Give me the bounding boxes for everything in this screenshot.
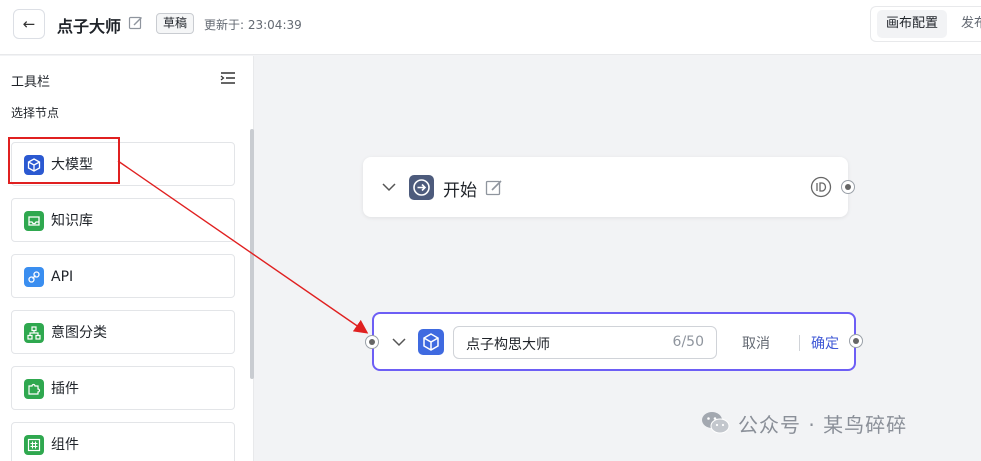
wechat-icon	[702, 412, 730, 434]
watermark-text: 公众号 · 某鸟碎碎	[738, 412, 908, 437]
annotation-arrow	[117, 160, 369, 334]
watermark: 公众号 · 某鸟碎碎	[700, 408, 907, 438]
